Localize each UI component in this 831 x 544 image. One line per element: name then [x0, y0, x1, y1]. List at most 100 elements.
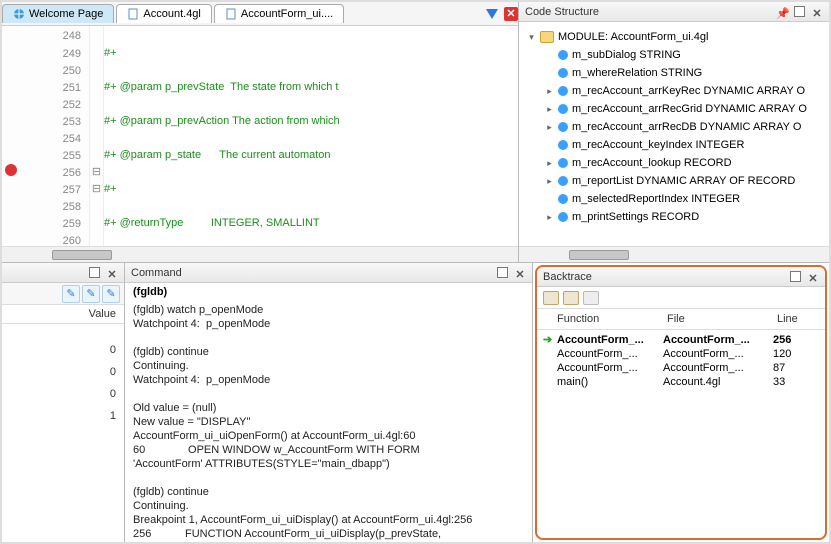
tree-module[interactable]: ▾MODULE: AccountForm_ui.4gl	[523, 28, 825, 46]
caret-icon[interactable]	[545, 195, 554, 204]
tab-account[interactable]: Account.4gl	[116, 4, 211, 23]
code-lines[interactable]: #+ #+ @param p_prevState The state from …	[104, 26, 518, 246]
panel-title: Code Structure	[525, 6, 770, 18]
tree-item[interactable]: m_subDialog STRING	[523, 46, 825, 64]
caret-icon[interactable]: ▸	[545, 159, 554, 168]
tree-item-label: m_recAccount_arrRecDB DYNAMIC ARRAY O	[572, 118, 801, 136]
close-icon[interactable]: ✕	[504, 7, 518, 21]
tree-item-label: m_recAccount_keyIndex INTEGER	[572, 136, 744, 154]
backtrace-row[interactable]: AccountForm_...AccountForm_...120	[539, 347, 823, 361]
tree-item-label: m_recAccount_lookup RECORD	[572, 154, 732, 172]
tree-item-label: m_printSettings RECORD	[572, 208, 699, 226]
value-item: 0	[10, 344, 116, 356]
tree-item[interactable]: m_selectedReportIndex INTEGER	[523, 190, 825, 208]
variable-icon	[558, 50, 568, 60]
value-item: 1	[10, 410, 116, 422]
caret-icon[interactable]: ▸	[545, 105, 554, 114]
code-editor[interactable]: 248249250251252253254255256257258259260 …	[2, 26, 518, 246]
tree-item[interactable]: ▸ m_recAccount_arrKeyRec DYNAMIC ARRAY O	[523, 82, 825, 100]
caret-icon[interactable]	[545, 69, 554, 78]
variable-icon	[558, 176, 568, 186]
tree-item-label: m_recAccount_arrKeyRec DYNAMIC ARRAY O	[572, 82, 805, 100]
structure-tree[interactable]: ▾MODULE: AccountForm_ui.4gl m_subDialog …	[519, 22, 829, 246]
caret-icon[interactable]: ▸	[545, 177, 554, 186]
close-icon[interactable]: ✕	[106, 268, 118, 278]
line-gutter: 248249250251252253254255256257258259260	[20, 26, 90, 246]
backtrace-tool-icon[interactable]	[583, 291, 599, 305]
caret-icon[interactable]	[545, 141, 554, 150]
caret-icon[interactable]: ▸	[545, 213, 554, 222]
tree-item[interactable]: ▸ m_recAccount_arrRecGrid DYNAMIC ARRAY O	[523, 100, 825, 118]
current-frame-icon: ➔	[543, 333, 557, 346]
restore-icon[interactable]	[89, 267, 100, 278]
tree-item[interactable]: m_recAccount_keyIndex INTEGER	[523, 136, 825, 154]
tree-item-label: m_reportList DYNAMIC ARRAY OF RECORD	[572, 172, 795, 190]
command-pane: Command ✕ (fgldb) (fgldb) watch p_openMo…	[125, 263, 533, 542]
tree-item[interactable]: ▸ m_reportList DYNAMIC ARRAY OF RECORD	[523, 172, 825, 190]
globe-icon	[13, 8, 25, 20]
backtrace-rows: ➔AccountForm_...AccountForm_...256Accoun…	[537, 330, 825, 538]
variable-icon	[558, 122, 568, 132]
fold-gutter: ⊟⊟	[90, 26, 104, 246]
tree-item-label: m_recAccount_arrRecGrid DYNAMIC ARRAY O	[572, 100, 807, 118]
file-icon	[127, 8, 139, 20]
close-icon[interactable]: ✕	[807, 272, 819, 282]
caret-icon[interactable]: ▸	[545, 123, 554, 132]
tree-item[interactable]: m_whereRelation STRING	[523, 64, 825, 82]
panel-title: Backtrace	[543, 271, 784, 283]
tree-item[interactable]: ▸ m_recAccount_arrRecDB DYNAMIC ARRAY O	[523, 118, 825, 136]
tab-label: AccountForm_ui....	[241, 8, 333, 20]
tab-accountform-ui[interactable]: AccountForm_ui....	[214, 4, 344, 23]
file-icon	[225, 8, 237, 20]
tab-label: Welcome Page	[29, 8, 103, 20]
editor-tabs: Welcome Page Account.4gl AccountForm_ui.…	[2, 2, 518, 26]
backtrace-row[interactable]: AccountForm_...AccountForm_...87	[539, 361, 823, 375]
breakpoint-icon[interactable]	[5, 164, 17, 176]
variable-icon	[558, 194, 568, 204]
tool-button[interactable]: ✎	[82, 285, 100, 303]
editor-pane: Welcome Page Account.4gl AccountForm_ui.…	[2, 2, 519, 262]
backtrace-tool-icon[interactable]	[543, 291, 559, 305]
command-prompt: (fgldb)	[125, 283, 532, 301]
variable-icon	[558, 104, 568, 114]
dropdown-icon[interactable]	[486, 9, 498, 19]
tab-label: Account.4gl	[143, 8, 200, 20]
marker-gutter	[2, 26, 20, 246]
backtrace-row[interactable]: ➔AccountForm_...AccountForm_...256	[539, 332, 823, 347]
value-header: Value	[2, 305, 124, 324]
panel-title: Command	[131, 267, 491, 279]
variable-icon	[558, 158, 568, 168]
tree-item[interactable]: ▸ m_recAccount_lookup RECORD	[523, 154, 825, 172]
backtrace-tool-icon[interactable]	[563, 291, 579, 305]
backtrace-row[interactable]: main()Account.4gl33	[539, 375, 823, 389]
module-icon	[540, 31, 554, 43]
restore-icon[interactable]	[794, 6, 805, 17]
variable-icon	[558, 86, 568, 96]
pin-icon[interactable]: 📌	[776, 7, 788, 17]
horizontal-scrollbar[interactable]	[2, 246, 518, 262]
caret-icon[interactable]	[545, 51, 554, 60]
values-pane: ✕ ✎ ✎ ✎ Value 0 0 0 1	[2, 263, 125, 542]
variable-icon	[558, 212, 568, 222]
backtrace-header: Function File Line	[537, 309, 825, 330]
restore-icon[interactable]	[497, 267, 508, 278]
tree-item-label: m_subDialog STRING	[572, 46, 681, 64]
value-item: 0	[10, 366, 116, 378]
value-item: 0	[10, 388, 116, 400]
code-structure-pane: Code Structure 📌 ✕ ▾MODULE: AccountForm_…	[519, 2, 829, 262]
caret-icon[interactable]: ▸	[545, 87, 554, 96]
horizontal-scrollbar[interactable]	[519, 246, 829, 262]
close-icon[interactable]: ✕	[811, 7, 823, 17]
tree-item-label: m_whereRelation STRING	[572, 64, 702, 82]
value-list: 0 0 0 1	[2, 324, 124, 542]
close-icon[interactable]: ✕	[514, 268, 526, 278]
tree-item[interactable]: ▸ m_printSettings RECORD	[523, 208, 825, 226]
variable-icon	[558, 68, 568, 78]
tool-button[interactable]: ✎	[102, 285, 120, 303]
tool-button[interactable]: ✎	[62, 285, 80, 303]
variable-icon	[558, 140, 568, 150]
restore-icon[interactable]	[790, 271, 801, 282]
tab-welcome[interactable]: Welcome Page	[2, 4, 114, 23]
command-output[interactable]: (fgldb) watch p_openMode Watchpoint 4: p…	[125, 301, 532, 542]
backtrace-pane: Backtrace ✕ Function File Line ➔AccountF…	[535, 265, 827, 540]
